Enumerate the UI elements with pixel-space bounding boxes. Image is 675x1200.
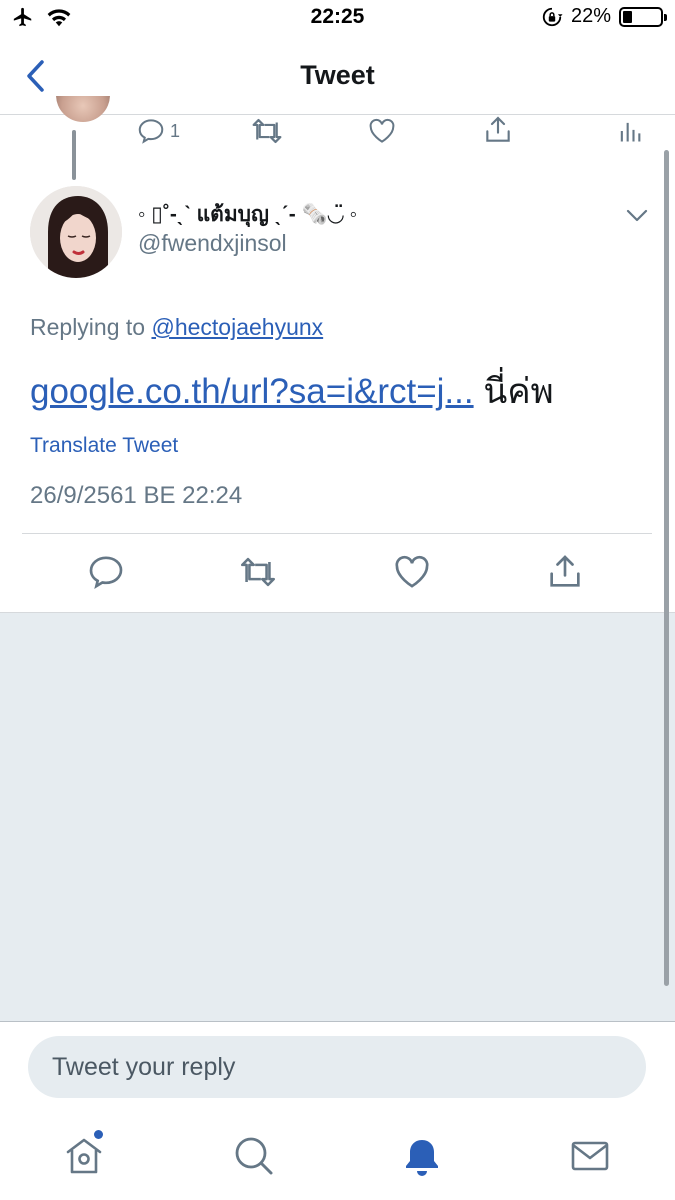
reply-icon[interactable] — [86, 552, 126, 592]
search-icon[interactable] — [232, 1134, 276, 1178]
messages-icon[interactable] — [568, 1134, 612, 1178]
home-icon[interactable] — [62, 1134, 106, 1178]
tab-bar — [0, 1120, 675, 1200]
battery-icon — [619, 6, 667, 27]
tweet-actions — [0, 552, 675, 596]
replying-prefix: Replying to — [30, 314, 152, 340]
like-icon[interactable] — [366, 116, 398, 146]
status-bar: 22:25 22% — [0, 0, 675, 38]
home-notification-dot — [94, 1130, 103, 1139]
page-title: Tweet — [300, 60, 375, 90]
divider — [22, 533, 652, 534]
avatar[interactable] — [30, 186, 122, 278]
replying-to-link[interactable]: @hectojaehyunx — [151, 314, 323, 340]
status-right: 22% — [541, 5, 667, 28]
battery-percent: 22% — [570, 5, 611, 27]
previous-tweet-actions: 1 — [0, 114, 675, 150]
tweet-link[interactable]: google.co.th/url?sa=i&rct=j... — [30, 372, 474, 411]
reply-input[interactable] — [28, 1036, 646, 1098]
share-icon[interactable] — [482, 114, 514, 146]
tweet-text-suffix: นี่ค่พ — [473, 372, 554, 411]
reply-composer[interactable] — [28, 1036, 646, 1098]
thread-connector — [72, 130, 76, 180]
reply-icon — [138, 119, 164, 144]
replying-to: Replying to @hectojaehyunx — [30, 314, 323, 341]
previous-reply-count: 1 — [170, 120, 181, 141]
tweet-text: google.co.th/url?sa=i&rct=j... นี่ค่พ — [30, 364, 554, 419]
retweet-icon[interactable] — [238, 552, 278, 592]
display-name[interactable]: ◦ ▯˚-ˎˋ แต้มบุญ ˎˊ- 🗞️◡̈ ◦ — [138, 198, 357, 231]
translate-tweet-button[interactable]: Translate Tweet — [30, 434, 178, 458]
avatar-image — [30, 186, 122, 278]
empty-replies-area — [0, 612, 675, 1022]
scrollbar[interactable] — [664, 150, 669, 986]
rotation-lock-icon — [542, 7, 563, 26]
timestamp: 26/9/2561 BE 22:24 — [30, 482, 243, 509]
user-handle[interactable]: @fwendxjinsol — [138, 230, 287, 257]
chevron-down-icon[interactable] — [624, 204, 650, 226]
like-icon[interactable] — [392, 552, 432, 592]
previous-reply-button[interactable]: 1 — [136, 116, 180, 146]
share-icon[interactable] — [545, 552, 585, 592]
retweet-icon[interactable] — [250, 116, 284, 146]
notifications-icon[interactable] — [400, 1134, 444, 1178]
analytics-icon[interactable] — [616, 116, 644, 146]
